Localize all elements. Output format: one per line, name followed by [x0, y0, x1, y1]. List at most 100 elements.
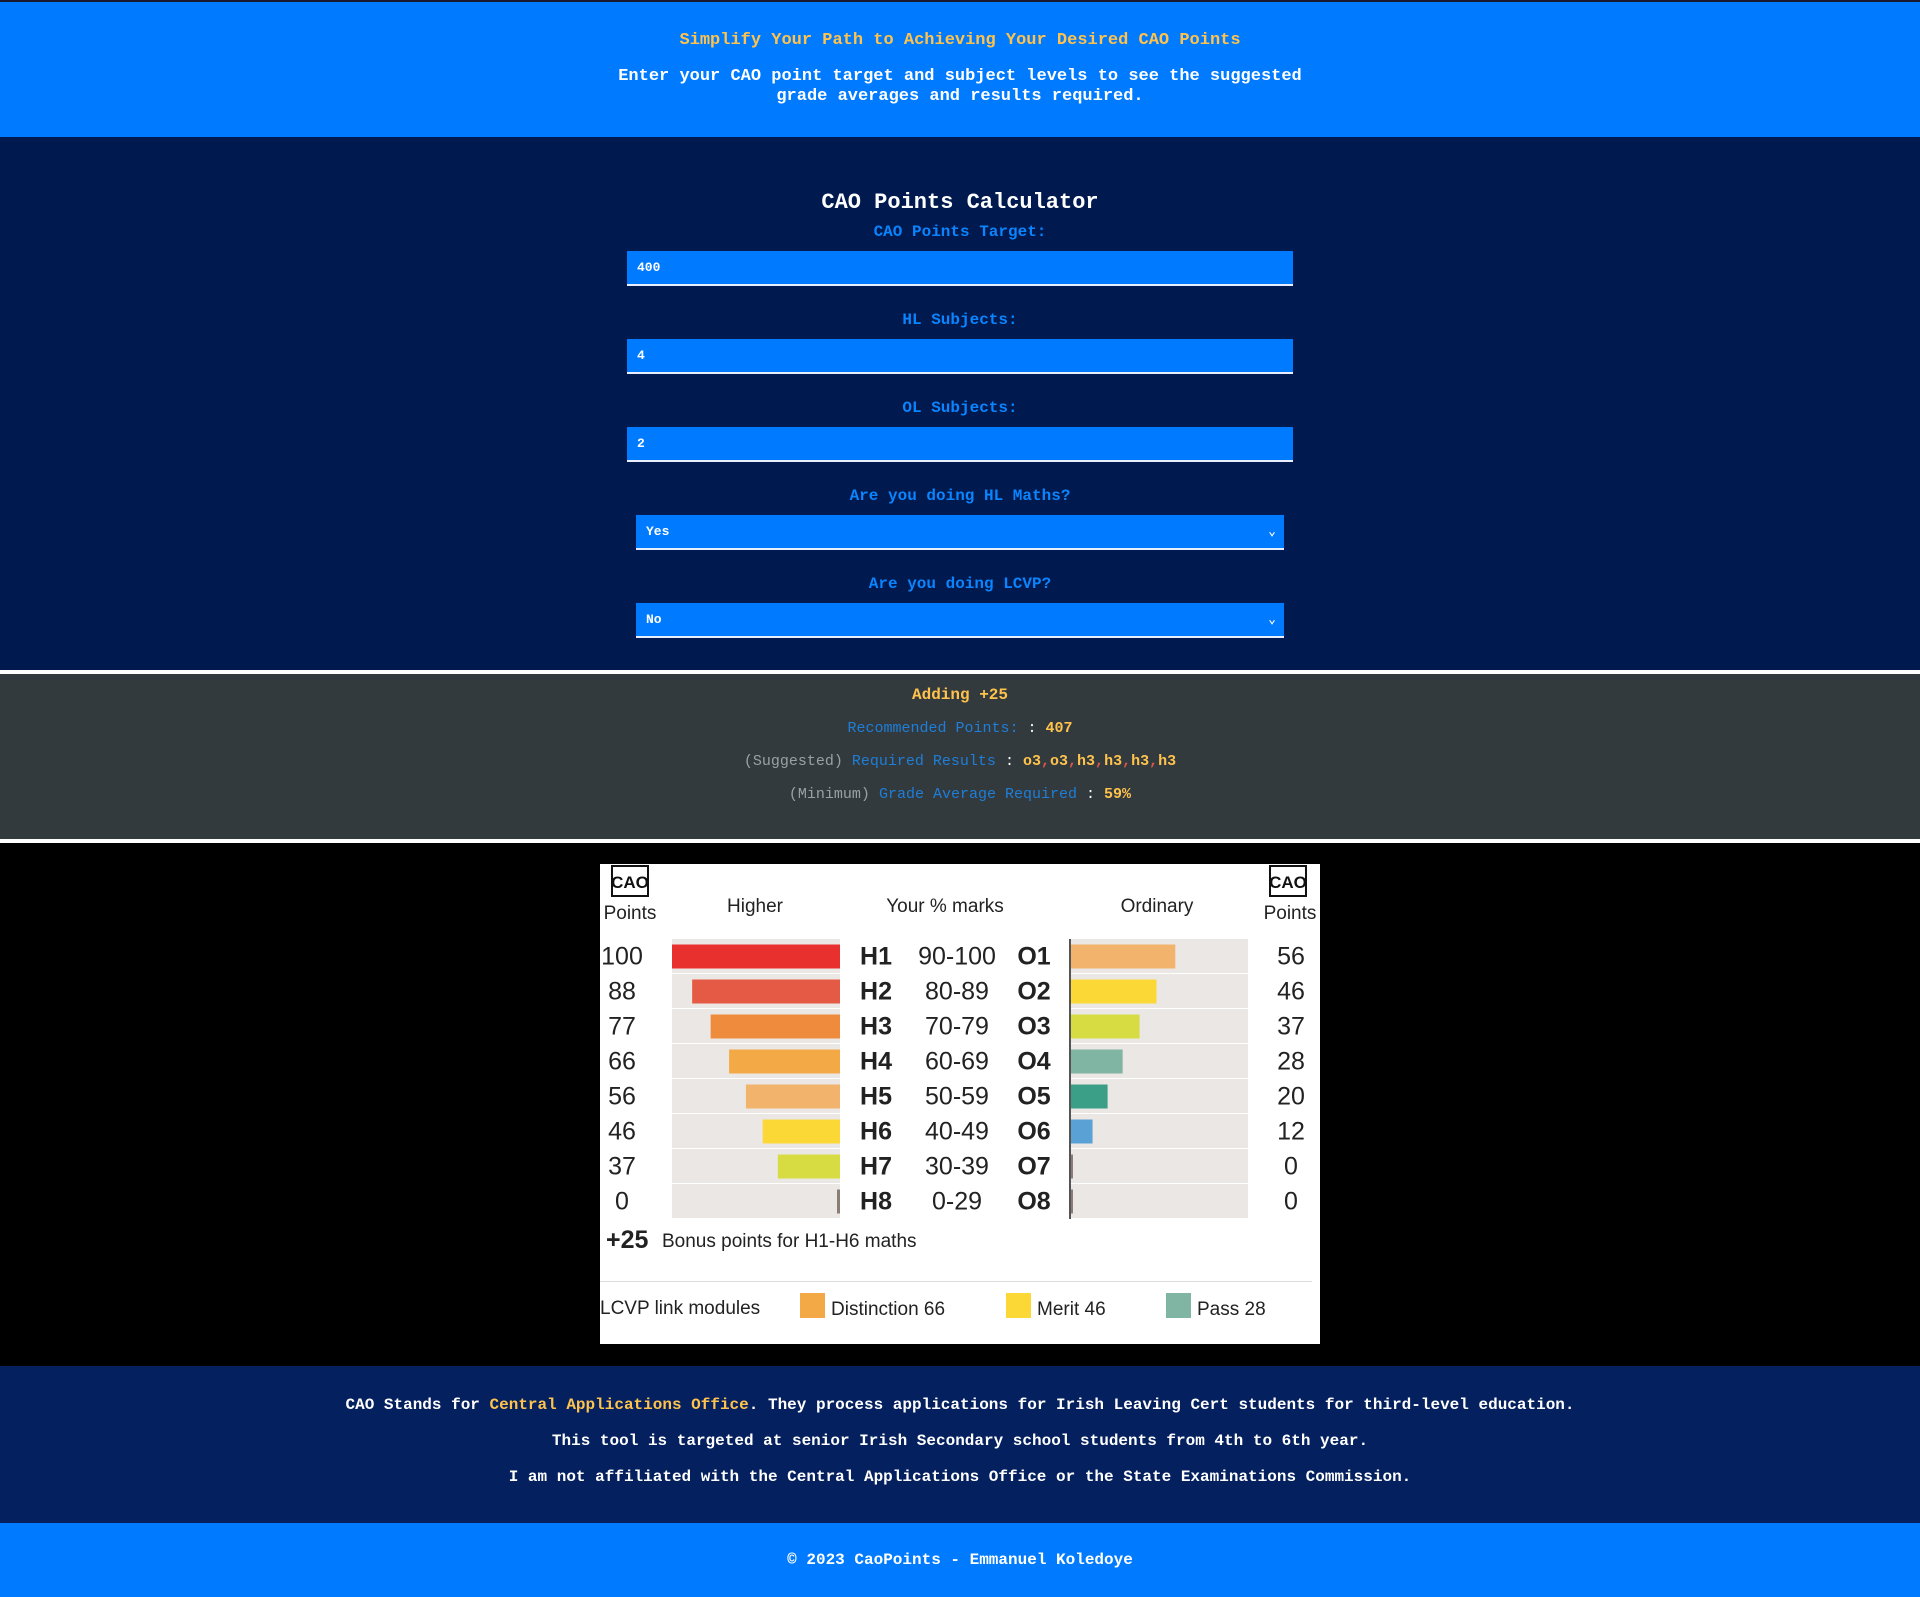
ordinary-bar [1070, 1084, 1108, 1109]
higher-header: Higher [727, 896, 784, 917]
lcvp-label: LCVP link modules [600, 1298, 760, 1319]
cao-logo-text: CAO [1269, 873, 1307, 892]
result-separator: , [1149, 753, 1159, 770]
ol-subjects-label: OL Subjects: [902, 399, 1018, 417]
right-points-header: Points [1264, 903, 1317, 924]
chevron-down-icon: ⌄ [1268, 612, 1276, 627]
left-points-header: Points [604, 903, 657, 924]
lcvp-swatch [1166, 1293, 1191, 1318]
required-result-item: o3 [1050, 753, 1069, 770]
ordinary-points-label: 46 [1277, 978, 1305, 1006]
hl-maths-value: Yes [646, 524, 670, 539]
lcvp-value: No [646, 612, 662, 627]
points-chart-section: CAO CAO Points Higher Your % marks Ordinary Po… [0, 843, 1920, 1366]
results-panel: Adding +25 Recommended Points: : 407 (Su… [0, 674, 1920, 839]
result-separator: , [1122, 753, 1132, 770]
higher-grade-label: H6 [860, 1118, 892, 1146]
cao-logo-text: CAO [611, 873, 649, 892]
higher-bar [837, 1189, 840, 1214]
higher-grade-label: H8 [860, 1188, 892, 1216]
required-result-item: h3 [1131, 753, 1150, 770]
result-separator: , [1095, 753, 1105, 770]
info-section: CAO Stands for Central Applications Offi… [0, 1366, 1920, 1523]
cao-highlight: Central Applications Office [489, 1396, 749, 1414]
ordinary-points-label: 28 [1277, 1048, 1305, 1076]
ordinary-points-label: 56 [1277, 943, 1305, 971]
ol-subjects-input[interactable]: 2 [627, 427, 1293, 462]
ordinary-bar [1070, 979, 1157, 1004]
ordinary-grade-label: O6 [1017, 1118, 1050, 1146]
higher-points-label: 0 [615, 1188, 629, 1216]
info-line-2: This tool is targeted at senior Irish Se… [551, 1432, 1369, 1450]
bonus-value: +25 [606, 1226, 649, 1254]
recommended-sep: : [1027, 720, 1037, 737]
target-label: CAO Points Target: [873, 223, 1047, 241]
ordinary-grade-label: O4 [1017, 1048, 1050, 1076]
average-row: (Minimum) Grade Average Required : 59% [0, 786, 1920, 803]
ordinary-bar [1070, 944, 1176, 969]
ordinary-grade-label: O5 [1017, 1083, 1050, 1111]
required-row: (Suggested) Required Results : o3,o3,h3,… [0, 753, 1920, 770]
required-result-item: o3 [1022, 753, 1041, 770]
higher-grade-label: H3 [860, 1013, 892, 1041]
required-result-item: h3 [1077, 753, 1096, 770]
required-result-item: h3 [1104, 753, 1123, 770]
lcvp-swatch [1006, 1293, 1031, 1318]
ordinary-grade-label: O7 [1017, 1153, 1050, 1181]
hero-banner: Simplify Your Path to Achieving Your Des… [0, 0, 1920, 137]
chevron-down-icon: ⌄ [1268, 524, 1276, 539]
higher-points-label: 46 [608, 1118, 636, 1146]
info-line-1: CAO Stands for Central Applications Offi… [345, 1396, 1575, 1414]
required-result-item: h3 [1158, 753, 1177, 770]
higher-points-label: 100 [601, 943, 643, 971]
result-separator: , [1068, 753, 1078, 770]
info-line-3: I am not affiliated with the Central App… [508, 1468, 1412, 1486]
higher-bar [745, 1084, 840, 1109]
higher-track [672, 1184, 840, 1218]
ordinary-bar [1070, 1049, 1123, 1074]
higher-grade-label: H4 [860, 1048, 892, 1076]
bonus-text: Bonus points for H1-H6 maths [662, 1231, 917, 1252]
lcvp-item-label: Distinction 66 [831, 1299, 945, 1320]
ordinary-grade-label: O3 [1017, 1013, 1050, 1041]
suggested-prefix: (Suggested) [743, 753, 843, 770]
marks-range-label: 40-49 [925, 1118, 989, 1146]
lcvp-select[interactable]: No ⌄ [636, 603, 1284, 638]
bonus-notice: Adding +25 [911, 686, 1008, 704]
ordinary-track [1070, 1114, 1248, 1148]
higher-bar [729, 1049, 840, 1074]
recommended-row: Recommended Points: : 407 [0, 720, 1920, 737]
lcvp-item-label: Pass 28 [1197, 1299, 1266, 1320]
ordinary-points-label: 20 [1277, 1083, 1305, 1111]
higher-bar [762, 1119, 840, 1144]
ordinary-points-label: 37 [1277, 1013, 1305, 1041]
marks-range-label: 80-89 [925, 978, 989, 1006]
average-sep: : [1086, 786, 1096, 803]
marks-header: Your % marks [886, 896, 1004, 917]
higher-bar [777, 1154, 840, 1179]
higher-grade-label: H2 [860, 978, 892, 1006]
hero-intro: Enter your CAO point target and subject … [618, 67, 1302, 106]
higher-bar [692, 979, 840, 1004]
hl-maths-select[interactable]: Yes ⌄ [636, 515, 1284, 550]
higher-points-label: 88 [608, 978, 636, 1006]
recommended-value: 407 [1045, 720, 1073, 737]
target-input[interactable]: 400 [627, 251, 1293, 286]
lcvp-label: Are you doing LCVP? [868, 575, 1052, 593]
ordinary-track [1070, 1184, 1248, 1218]
marks-range-label: 0-29 [932, 1188, 982, 1216]
minimum-prefix: (Minimum) [788, 786, 870, 803]
higher-points-label: 37 [608, 1153, 636, 1181]
ordinary-points-label: 12 [1277, 1118, 1305, 1146]
required-sep: : [1004, 753, 1014, 770]
hl-subjects-input[interactable]: 4 [627, 339, 1293, 374]
average-label: Grade Average Required [878, 786, 1077, 803]
calculator-title: CAO Points Calculator [821, 190, 1099, 215]
marks-range-label: 70-79 [925, 1013, 989, 1041]
higher-bar [710, 1014, 840, 1039]
calculator-section: CAO Points Calculator CAO Points Target:… [0, 137, 1920, 670]
required-results: o3,o3,h3,h3,h3,h3 [1023, 753, 1176, 770]
ordinary-grade-label: O8 [1017, 1188, 1050, 1216]
marks-range-label: 90-100 [918, 943, 996, 971]
marks-range-label: 60-69 [925, 1048, 989, 1076]
